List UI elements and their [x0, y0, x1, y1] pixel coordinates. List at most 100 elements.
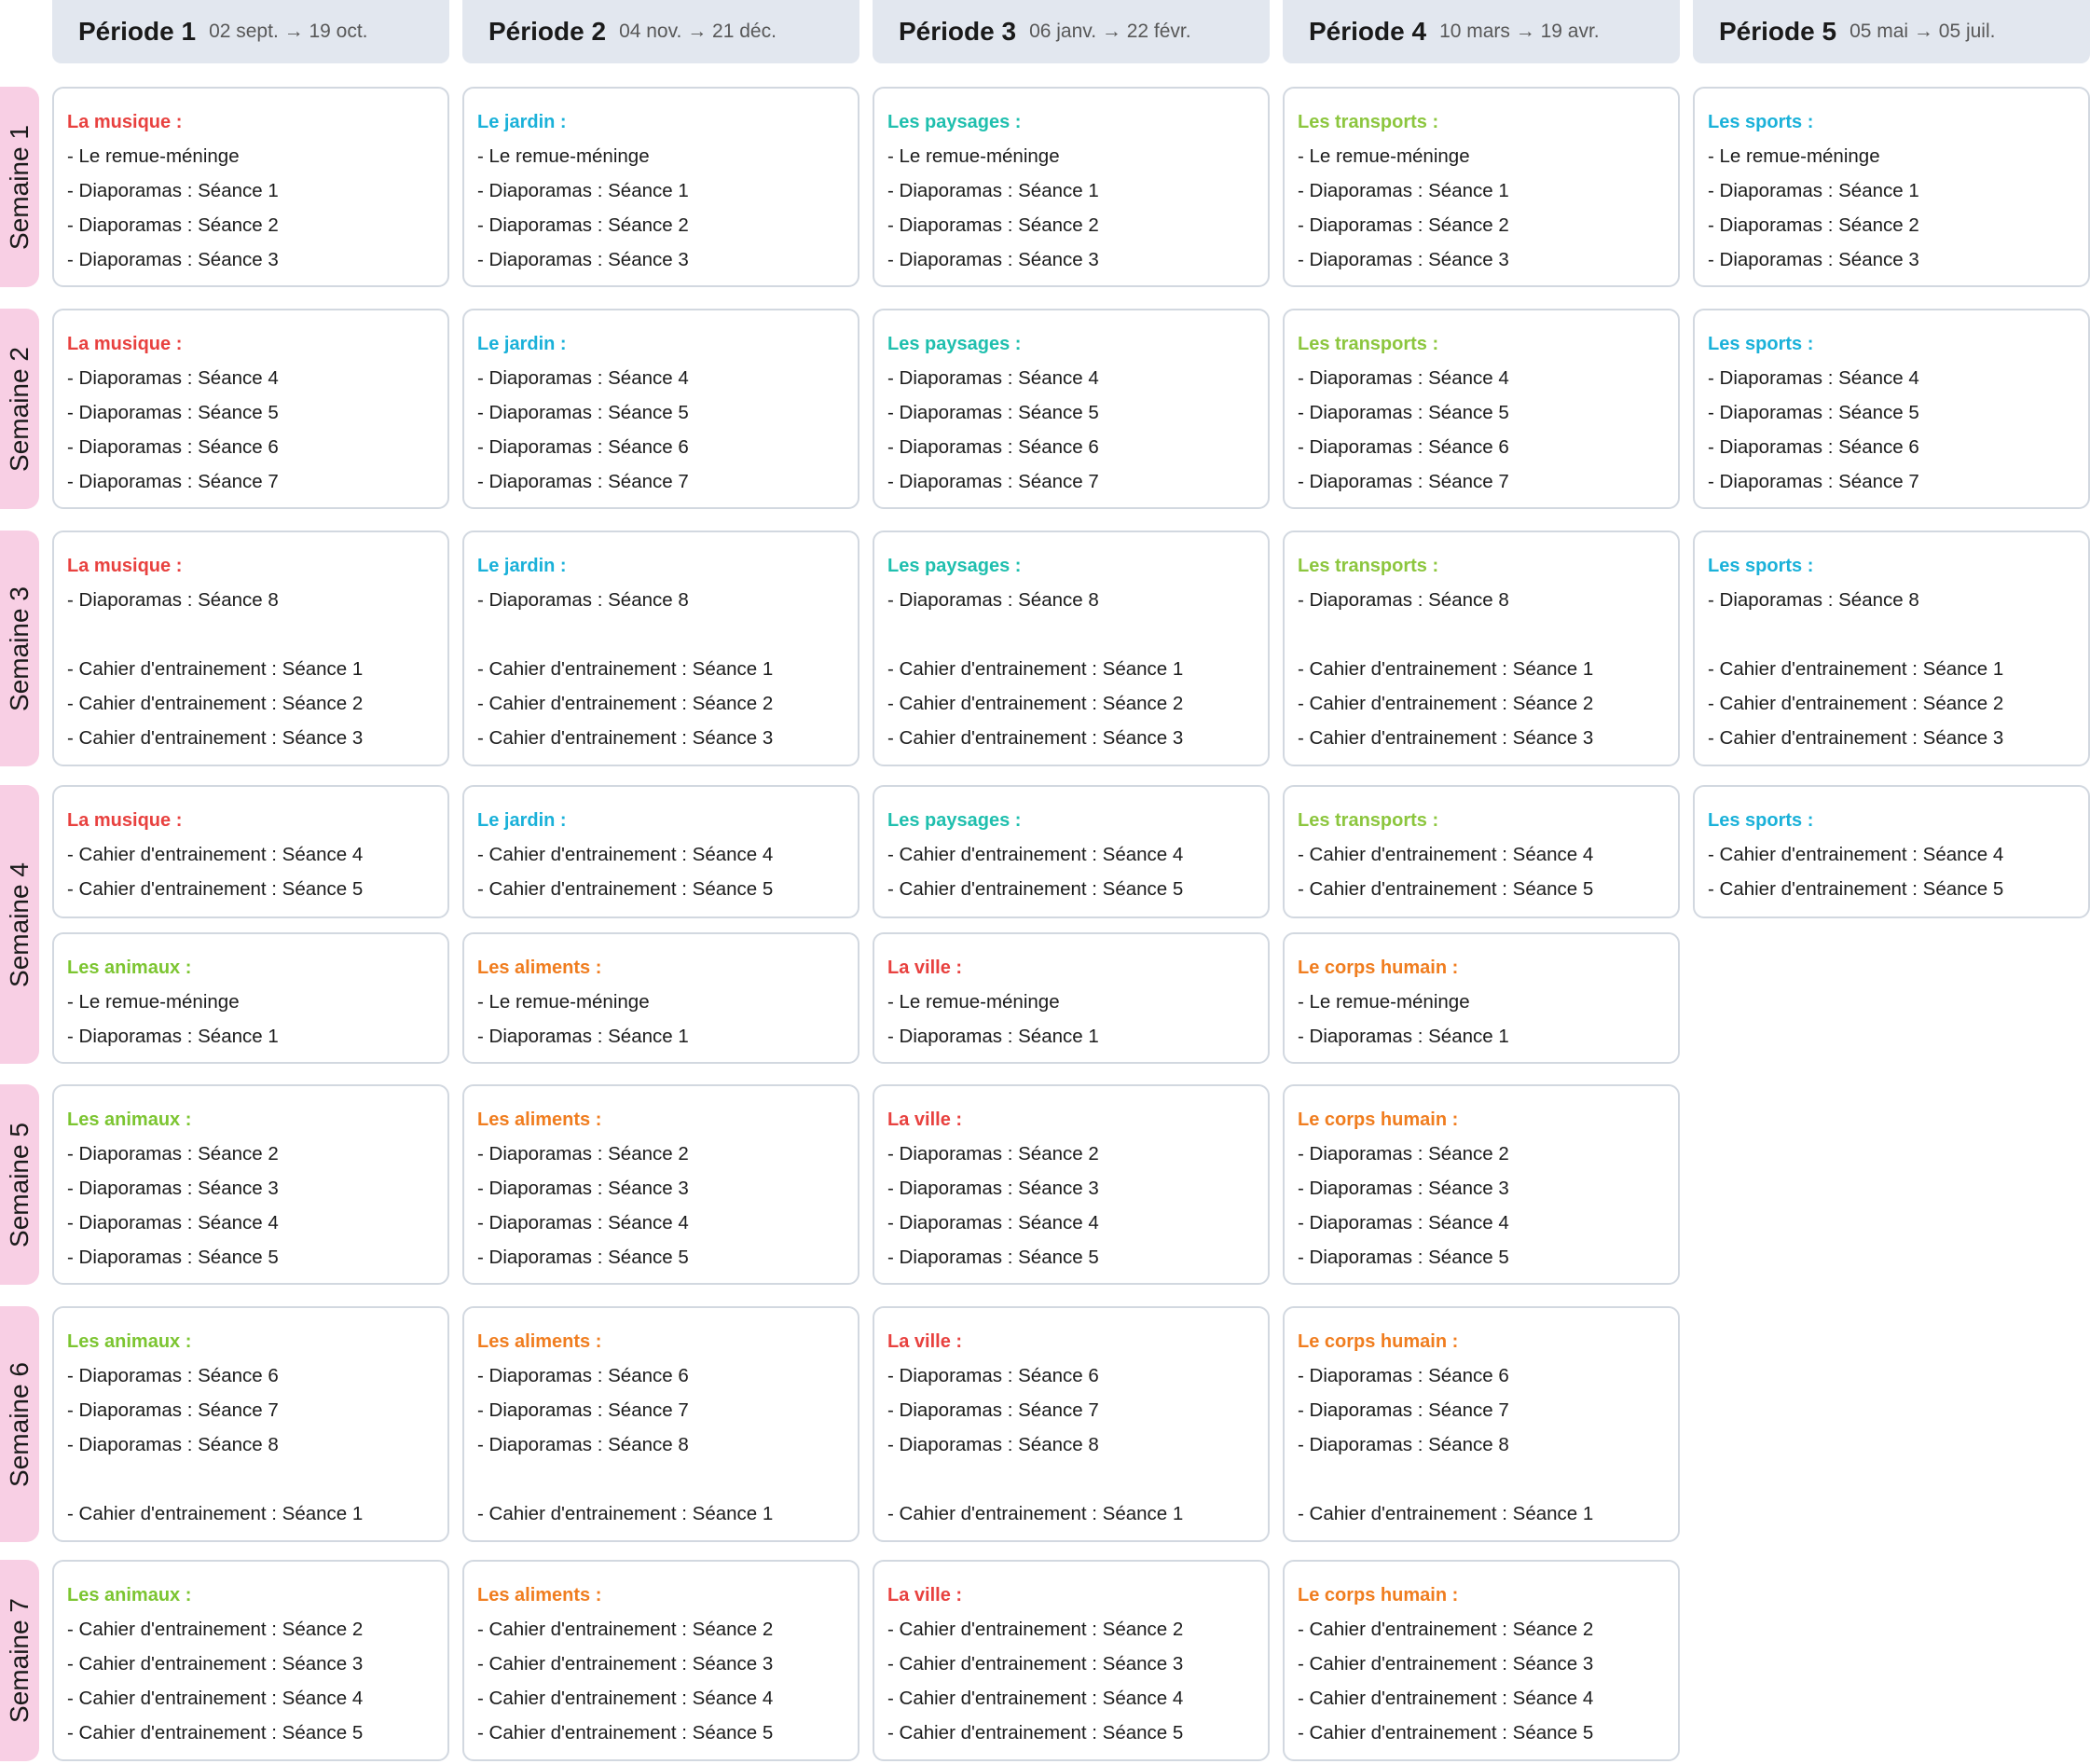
lesson-item: - Diaporamas : Séance 3 — [887, 249, 1099, 270]
lesson-card: La ville : - Diaporamas : Séance 2 - Diapo… — [873, 1084, 1270, 1285]
lesson-item: - Diaporamas : Séance 6 — [1298, 1365, 1509, 1386]
lesson-item: - Cahier d'entrainement : Séance 1 — [477, 1503, 774, 1524]
week-label: Semaine 2 — [0, 309, 39, 509]
lesson-item: - Diaporamas : Séance 3 — [1298, 1178, 1509, 1199]
lesson-item: - Cahier d'entrainement : Séance 4 — [477, 844, 774, 865]
theme-title: Les paysages : — [887, 810, 1022, 831]
lesson-card: Les aliments : - Diaporamas : Séance 2 - D… — [462, 1084, 859, 1285]
lesson-item: - Cahier d'entrainement : Séance 2 — [887, 693, 1184, 714]
lesson-item: - Le remue-méninge — [477, 145, 650, 167]
lesson-item: - Diaporamas : Séance 4 — [67, 367, 279, 389]
lesson-card: Le jardin : - Diaporamas : Séance 8 - Cahi… — [462, 531, 859, 766]
theme-title: Les transports : — [1298, 556, 1439, 576]
lesson-item: - Diaporamas : Séance 2 — [887, 1143, 1099, 1165]
theme-title: Le corps humain : — [1298, 1585, 1459, 1606]
lesson-item: - Diaporamas : Séance 5 — [1298, 1247, 1509, 1268]
lesson-card: Les sports : - Diaporamas : Séance 4 - Dia… — [1693, 309, 2090, 509]
lesson-card: Les sports : - Diaporamas : Séance 8 - Cah… — [1693, 531, 2090, 766]
lesson-item: - Cahier d'entrainement : Séance 1 — [887, 658, 1184, 680]
lesson-item: - Diaporamas : Séance 7 — [477, 1399, 689, 1421]
lesson-card: Les transports : - Cahier d'entrainement … — [1283, 785, 1680, 918]
lesson-card: Les sports : - Cahier d'entrainement : Sé… — [1693, 785, 2090, 918]
lesson-item: - Le remue-méninge — [887, 145, 1060, 167]
lesson-card: La ville : - Le remue-méninge - Diaporamas… — [873, 932, 1270, 1064]
lesson-item: - Cahier d'entrainement : Séance 4 — [1298, 844, 1594, 865]
lesson-card: Les sports : - Le remue-méninge - Diaporam… — [1693, 87, 2090, 287]
period-dates: 10 mars → 19 avr. — [1439, 21, 1600, 42]
lesson-card: Les transports : - Diaporamas : Séance 8 -… — [1283, 531, 1680, 766]
lesson-card: Les paysages : - Diaporamas : Séance 8 - C… — [873, 531, 1270, 766]
theme-title: Les aliments : — [477, 1109, 602, 1130]
theme-title: Les animaux : — [67, 958, 192, 978]
theme-title: Le corps humain : — [1298, 958, 1459, 978]
lesson-item: - Cahier d'entrainement : Séance 5 — [67, 1722, 364, 1743]
theme-title: Les sports : — [1708, 112, 1814, 132]
lesson-item: - Diaporamas : Séance 6 — [1298, 436, 1509, 458]
lesson-card: Les animaux : - Diaporamas : Séance 2 - Di… — [52, 1084, 449, 1285]
lesson-item: - Cahier d'entrainement : Séance 5 — [1708, 878, 2004, 900]
lesson-item: - Cahier d'entrainement : Séance 4 — [1298, 1688, 1594, 1709]
theme-title: Les animaux : — [67, 1331, 192, 1352]
lesson-item: - Diaporamas : Séance 4 — [1708, 367, 1919, 389]
lesson-item: - Diaporamas : Séance 6 — [477, 436, 689, 458]
lesson-item: - Diaporamas : Séance 8 — [887, 589, 1099, 611]
lesson-item: - Diaporamas : Séance 1 — [477, 1026, 689, 1047]
lesson-item: - Cahier d'entrainement : Séance 3 — [887, 727, 1184, 749]
lesson-item: - Cahier d'entrainement : Séance 1 — [1708, 658, 2004, 680]
period-title: Période 3 — [899, 17, 1017, 46]
lesson-item: - Diaporamas : Séance 1 — [1298, 180, 1509, 201]
theme-title: Les transports : — [1298, 810, 1439, 831]
lesson-item: - Cahier d'entrainement : Séance 5 — [477, 1722, 774, 1743]
lesson-card: Les paysages : - Cahier d'entrainement : … — [873, 785, 1270, 918]
week-label-text: Semaine 7 — [5, 1598, 34, 1723]
lesson-card: Les transports : - Diaporamas : Séance 4 -… — [1283, 309, 1680, 509]
lesson-item: - Diaporamas : Séance 2 — [477, 214, 689, 236]
lesson-item: - Le remue-méninge — [67, 991, 240, 1013]
lesson-item: - Diaporamas : Séance 3 — [1298, 249, 1509, 270]
lesson-item: - Cahier d'entrainement : Séance 4 — [887, 844, 1184, 865]
theme-title: Les aliments : — [477, 958, 602, 978]
theme-title: Les transports : — [1298, 112, 1439, 132]
lesson-item: - Diaporamas : Séance 8 — [67, 589, 279, 611]
period-dates: 06 janv. → 22 févr. — [1029, 21, 1191, 42]
lesson-card: Les paysages : - Le remue-méninge - Diapor… — [873, 87, 1270, 287]
lesson-card: Le corps humain : - Cahier d'entrainement… — [1283, 1560, 1680, 1761]
lesson-item: - Diaporamas : Séance 8 — [67, 1434, 279, 1455]
lesson-item: - Diaporamas : Séance 5 — [1298, 402, 1509, 423]
lesson-card: Le corps humain : - Diaporamas : Séance 2… — [1283, 1084, 1680, 1285]
week-label-text: Semaine 1 — [5, 124, 34, 250]
lesson-item: - Cahier d'entrainement : Séance 5 — [1298, 878, 1594, 900]
lesson-item: - Cahier d'entrainement : Séance 4 — [887, 1688, 1184, 1709]
lesson-item: - Diaporamas : Séance 4 — [887, 1212, 1099, 1233]
lesson-item: - Diaporamas : Séance 3 — [477, 1178, 689, 1199]
lesson-card: La musique : - Cahier d'entrainement : Sé… — [52, 785, 449, 918]
lesson-card: Le corps humain : - Le remue-méninge - Dia… — [1283, 932, 1680, 1064]
lesson-item: - Diaporamas : Séance 1 — [887, 180, 1099, 201]
lesson-item: - Cahier d'entrainement : Séance 5 — [1298, 1722, 1594, 1743]
lesson-item: - Diaporamas : Séance 1 — [1708, 180, 1919, 201]
period-dates: 05 mai → 05 juil. — [1849, 21, 1996, 42]
lesson-item: - Diaporamas : Séance 3 — [67, 249, 279, 270]
period-title: Période 2 — [488, 17, 607, 46]
lesson-item: - Diaporamas : Séance 4 — [1298, 1212, 1509, 1233]
lesson-item: - Le remue-méninge — [1298, 991, 1470, 1013]
lesson-item: - Cahier d'entrainement : Séance 2 — [1708, 693, 2004, 714]
lesson-item: - Diaporamas : Séance 4 — [1298, 367, 1509, 389]
lesson-item: - Cahier d'entrainement : Séance 2 — [67, 693, 364, 714]
week-label: Semaine 1 — [0, 87, 39, 287]
lesson-item: - Cahier d'entrainement : Séance 2 — [887, 1619, 1184, 1640]
theme-title: La musique : — [67, 810, 183, 831]
week-label-text: Semaine 6 — [5, 1361, 34, 1487]
period-title: Période 4 — [1309, 17, 1427, 46]
lesson-item: - Le remue-méninge — [67, 145, 240, 167]
lesson-item: - Diaporamas : Séance 7 — [887, 1399, 1099, 1421]
lesson-item: - Cahier d'entrainement : Séance 2 — [477, 693, 774, 714]
theme-title: La ville : — [887, 1109, 963, 1130]
lesson-item: - Diaporamas : Séance 5 — [1708, 402, 1919, 423]
lesson-item: - Cahier d'entrainement : Séance 3 — [1708, 727, 2004, 749]
lesson-item: - Cahier d'entrainement : Séance 2 — [1298, 693, 1594, 714]
lesson-card: Le jardin : - Cahier d'entrainement : Séa… — [462, 785, 859, 918]
